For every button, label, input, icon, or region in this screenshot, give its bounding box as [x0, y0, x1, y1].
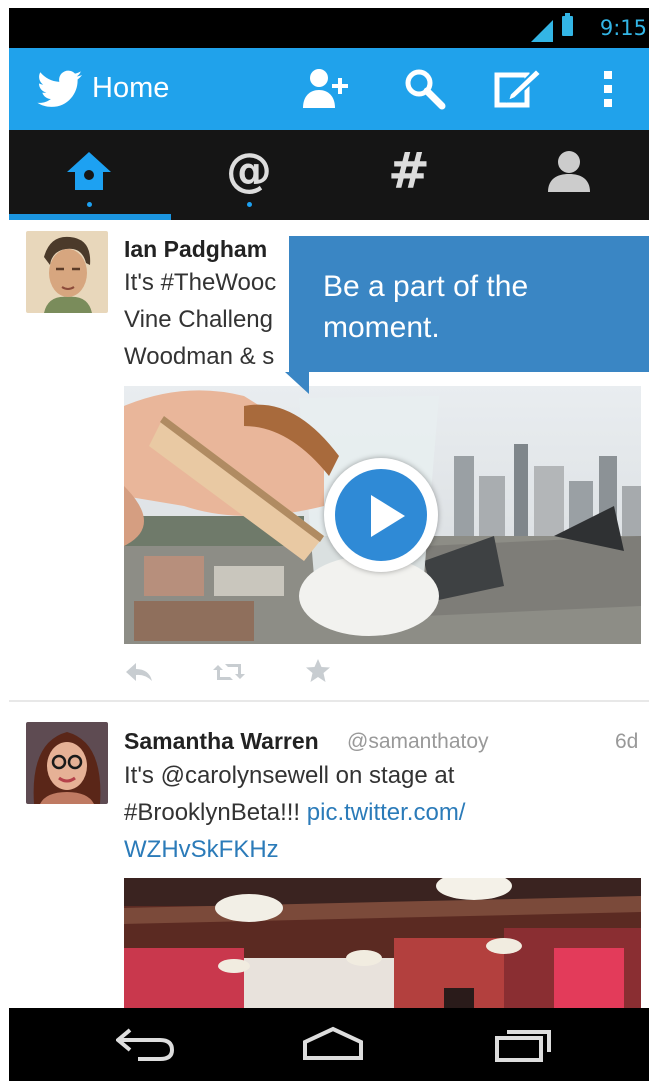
tweet-2-timestamp: 6d — [615, 730, 639, 753]
app-title: Home — [92, 72, 170, 104]
tweet-1-text: It's #TheWooc Vine Challeng Woodman & s — [124, 264, 276, 375]
status-time: 9:15 — [599, 16, 647, 40]
profile-icon — [548, 150, 590, 192]
tab-connect[interactable]: @ — [169, 130, 329, 220]
tab-bar: @ # — [9, 130, 649, 220]
tweet-1-line-3: Woodman & s — [124, 343, 275, 370]
tweet-2-line-1: It's @carolynsewell on stage at — [124, 762, 455, 789]
tab-home[interactable] — [9, 130, 169, 220]
system-nav-bar — [9, 1008, 649, 1081]
tweet-2-text: It's @carolynsewell on stage at #Brookly… — [124, 757, 644, 868]
tooltip-arrow — [285, 372, 309, 394]
tweet-1-line-1: It's #TheWooc — [124, 269, 277, 296]
retweet-icon[interactable] — [212, 661, 246, 683]
play-icon[interactable] — [324, 458, 438, 572]
recents-icon[interactable] — [495, 1026, 553, 1062]
tweet-2-hashtag-text[interactable]: #BrooklynBeta!!! — [124, 799, 307, 826]
tweet-2-handle[interactable]: @samanthatoy — [347, 730, 489, 754]
tweet-1-line-2: Vine Challeng — [124, 306, 274, 333]
hashtag-icon: # — [388, 148, 430, 194]
add-user-icon[interactable] — [302, 68, 350, 110]
tab-connect-dot — [247, 202, 252, 207]
avatar-ian[interactable] — [26, 231, 108, 313]
mention-icon: @ — [226, 148, 272, 194]
battery-icon — [562, 13, 573, 36]
tweet-2-link-part-2[interactable]: WZHvSkFKHz — [124, 831, 644, 868]
back-icon[interactable] — [116, 1026, 176, 1062]
tweet-2-photo[interactable] — [124, 878, 641, 1008]
tweet-2-line-2: #BrooklynBeta!!! pic.twitter.com/ — [124, 794, 644, 831]
tweet-1-author[interactable]: Ian Padgham — [124, 236, 267, 263]
tab-home-dot — [87, 202, 92, 207]
play-button-inner — [335, 469, 427, 561]
tweet-2-link-part-1[interactable]: pic.twitter.com/ — [307, 799, 466, 826]
tweet-2-author[interactable]: Samantha Warren — [124, 728, 319, 755]
twitter-bird-icon[interactable] — [37, 70, 83, 110]
search-icon[interactable] — [404, 68, 446, 110]
svg-text:#: # — [388, 148, 430, 194]
reply-icon[interactable] — [125, 662, 153, 682]
app-bar: Home — [9, 48, 649, 130]
home-nav-icon[interactable] — [301, 1026, 365, 1062]
favorite-icon[interactable] — [305, 658, 331, 684]
status-bar: 9:15 — [9, 8, 649, 48]
tab-me[interactable] — [489, 130, 649, 220]
signal-icon — [531, 20, 553, 42]
avatar-samantha[interactable] — [26, 722, 108, 804]
svg-text:@: @ — [226, 148, 272, 194]
overflow-menu-icon[interactable] — [601, 68, 615, 110]
tab-discover[interactable]: # — [329, 130, 489, 220]
onboarding-tooltip[interactable]: Be a part of the moment. — [289, 236, 649, 372]
tweet-divider — [9, 700, 649, 702]
home-icon — [67, 151, 111, 190]
compose-icon[interactable] — [494, 68, 542, 110]
